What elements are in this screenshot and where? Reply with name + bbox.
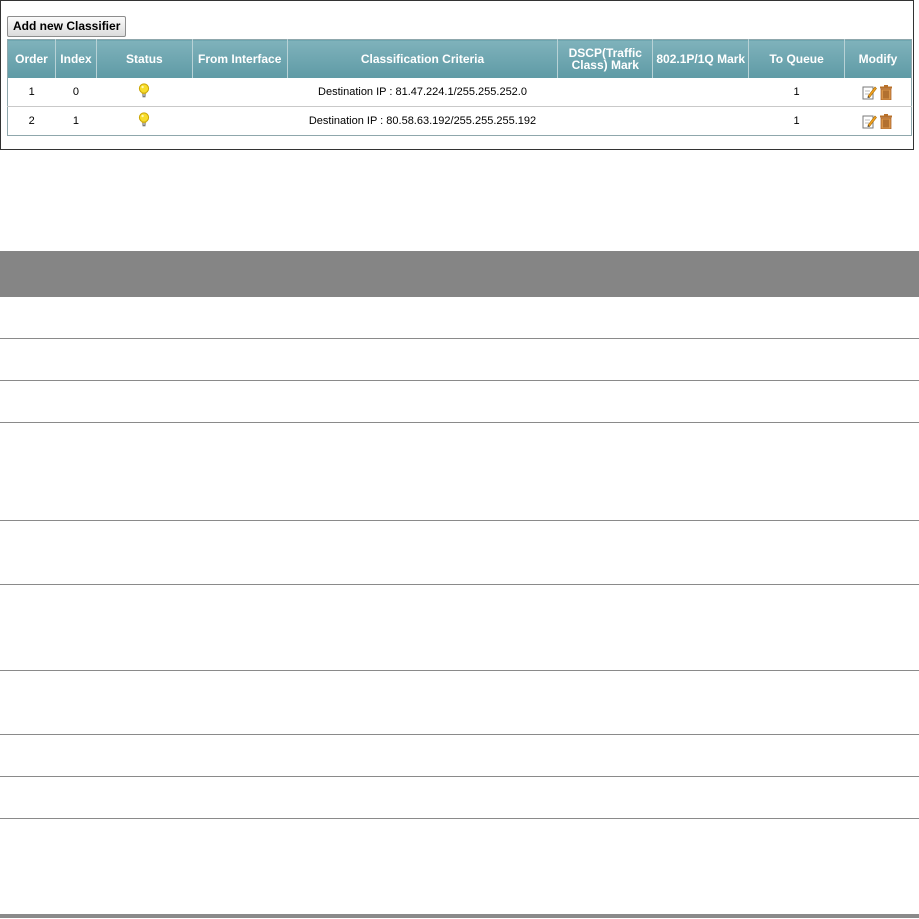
add-classifier-button[interactable]: Add new Classifier	[7, 16, 127, 37]
cell-criteria: Destination IP : 80.58.63.192/255.255.25…	[308, 115, 537, 127]
doc-table-row	[0, 339, 919, 381]
col-classification-criteria[interactable]: Classification Criteria	[287, 39, 559, 78]
doc-table-row	[0, 297, 919, 339]
trash-icon[interactable]	[879, 84, 893, 100]
cell-criteria: Destination IP : 81.47.224.1/255.255.252…	[287, 78, 558, 107]
cell-index: 0	[55, 78, 97, 107]
cell-status	[96, 78, 193, 107]
trash-icon[interactable]	[879, 113, 893, 129]
col-to-queue[interactable]: To Queue	[748, 39, 846, 78]
cell-8021p	[652, 78, 749, 107]
cell-8021p	[653, 107, 749, 136]
cell-status	[96, 107, 192, 136]
lightbulb-icon	[138, 111, 150, 131]
col-order[interactable]: Order	[7, 39, 56, 78]
cell-modify	[845, 107, 912, 136]
classifier-panel: Add new Classifier Order Index Status Fr…	[0, 0, 914, 150]
classifier-table: Order Index Status From Interface Classi…	[7, 39, 912, 136]
doc-table-row	[0, 777, 919, 819]
cell-queue: 1	[748, 78, 845, 107]
cell-order: 1	[7, 78, 56, 107]
col-modify: Modify	[844, 39, 912, 78]
col-8021p-mark[interactable]: 802.1P/1Q Mark	[652, 39, 750, 78]
col-index[interactable]: Index	[55, 39, 97, 78]
table-header-row: Order Index Status From Interface Classi…	[7, 39, 912, 78]
cell-from-interface	[192, 78, 288, 107]
doc-table-bottom-rule	[0, 914, 919, 918]
doc-table-row	[0, 423, 919, 521]
cell-queue: 1	[793, 115, 800, 127]
doc-table-header	[0, 251, 919, 297]
doc-table-row	[0, 521, 919, 585]
table-row: 1 0 Destination IP : 81.47.224.1/255.255…	[7, 78, 912, 107]
doc-table-row	[0, 735, 919, 777]
cell-dscp	[557, 78, 653, 107]
cell-index: 1	[72, 115, 80, 127]
edit-icon[interactable]	[862, 85, 878, 100]
lightbulb-icon	[138, 82, 150, 102]
cell-order: 2	[28, 115, 35, 127]
col-dscp-mark[interactable]: DSCP(Traffic Class) Mark	[557, 39, 654, 78]
doc-table-row	[0, 585, 919, 671]
table-row: 2 1 Destination IP : 80.58.63.192/255.25…	[8, 107, 912, 136]
col-status[interactable]: Status	[96, 39, 193, 78]
cell-dscp	[558, 107, 653, 136]
doc-table-row	[0, 671, 919, 735]
cell-modify	[844, 78, 912, 107]
cell-from-interface	[192, 107, 287, 136]
col-from-interface[interactable]: From Interface	[192, 39, 288, 78]
doc-table-row	[0, 381, 919, 423]
edit-icon[interactable]	[862, 114, 878, 129]
